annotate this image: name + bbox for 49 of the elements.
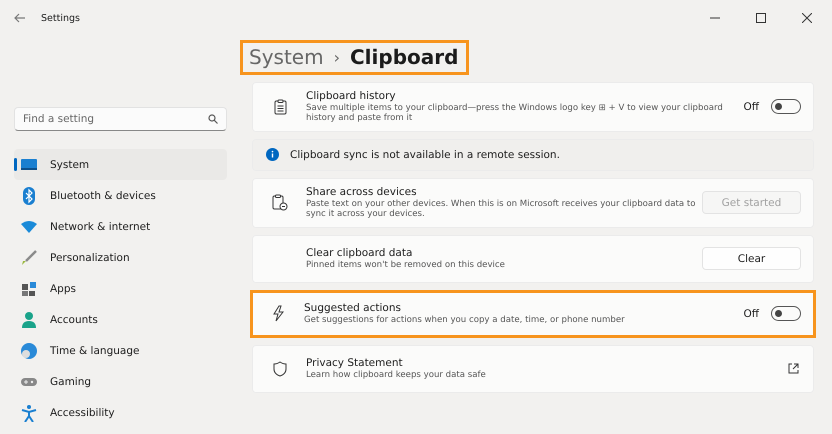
- back-arrow-icon[interactable]: [14, 13, 26, 23]
- setting-description: Learn how clipboard keeps your data safe: [306, 370, 487, 380]
- maximize-icon[interactable]: [756, 13, 766, 23]
- nav-item[interactable]: Accounts: [14, 304, 227, 335]
- info-icon: [266, 148, 279, 162]
- external-link-icon[interactable]: [788, 363, 799, 374]
- toggle-state-label: Off: [744, 308, 759, 320]
- breadcrumb-separator: ›: [334, 48, 340, 66]
- nav-item[interactable]: Time & language: [14, 335, 227, 366]
- setting-title: Clipboard history: [306, 90, 397, 102]
- info-text: Clipboard sync is not available in a remote session.: [290, 148, 560, 161]
- nav-item[interactable]: System: [14, 149, 227, 180]
- nav-item[interactable]: Accessibility: [14, 397, 227, 428]
- action-button[interactable]: Clear: [702, 247, 801, 270]
- gamepad-icon: [20, 376, 38, 388]
- monitor-icon: [20, 158, 38, 172]
- setting-title: Share across devices: [306, 186, 418, 198]
- search-field[interactable]: Find a setting: [14, 107, 227, 131]
- toggle-state-label: Off: [744, 100, 759, 113]
- accessibility-icon: [20, 404, 38, 422]
- clipboard-icon: [272, 194, 288, 212]
- setting-description: Paste text on your other devices. When this is on Microsoft receives your clipboard data to sync it across your devices.: [306, 200, 696, 220]
- person-icon: [20, 310, 38, 328]
- close-icon[interactable]: [802, 13, 812, 23]
- setting-title: Privacy Statement: [306, 356, 404, 369]
- nav-item[interactable]: Network & internet: [14, 211, 227, 242]
- setting-title: Clear clipboard data: [306, 246, 414, 259]
- setting-description: Pinned items won't be removed on this device: [306, 260, 506, 270]
- brush-icon: [20, 250, 38, 266]
- search-icon: [208, 114, 218, 124]
- globe-clock-icon: [20, 342, 38, 360]
- bluetooth-icon: [20, 186, 38, 204]
- nav-item[interactable]: Gaming: [14, 366, 227, 397]
- clipboard-icon: [274, 98, 286, 115]
- lightning-icon: [272, 305, 284, 322]
- nav-item[interactable]: Bluetooth & devices: [14, 180, 227, 211]
- wifi-icon: [20, 220, 38, 234]
- page-title: Clipboard: [350, 45, 458, 69]
- toggle-switch[interactable]: [771, 306, 801, 321]
- nav-item[interactable]: Personalization: [14, 242, 227, 273]
- breadcrumb-parent[interactable]: System: [249, 45, 324, 69]
- shield-icon: [273, 360, 287, 376]
- nav-item[interactable]: Apps: [14, 273, 227, 304]
- setting-title: Suggested actions: [304, 302, 402, 314]
- toggle-switch[interactable]: [771, 99, 801, 114]
- setting-description: Get suggestions for actions when you copy a date, time, or phone number: [304, 316, 626, 326]
- apps-icon: [20, 280, 38, 296]
- window-title: Settings: [41, 12, 80, 24]
- setting-description: Save multiple items to your clipboard—press the Windows logo key ⊞ + V to view your clipboard history and paste from it: [306, 104, 724, 124]
